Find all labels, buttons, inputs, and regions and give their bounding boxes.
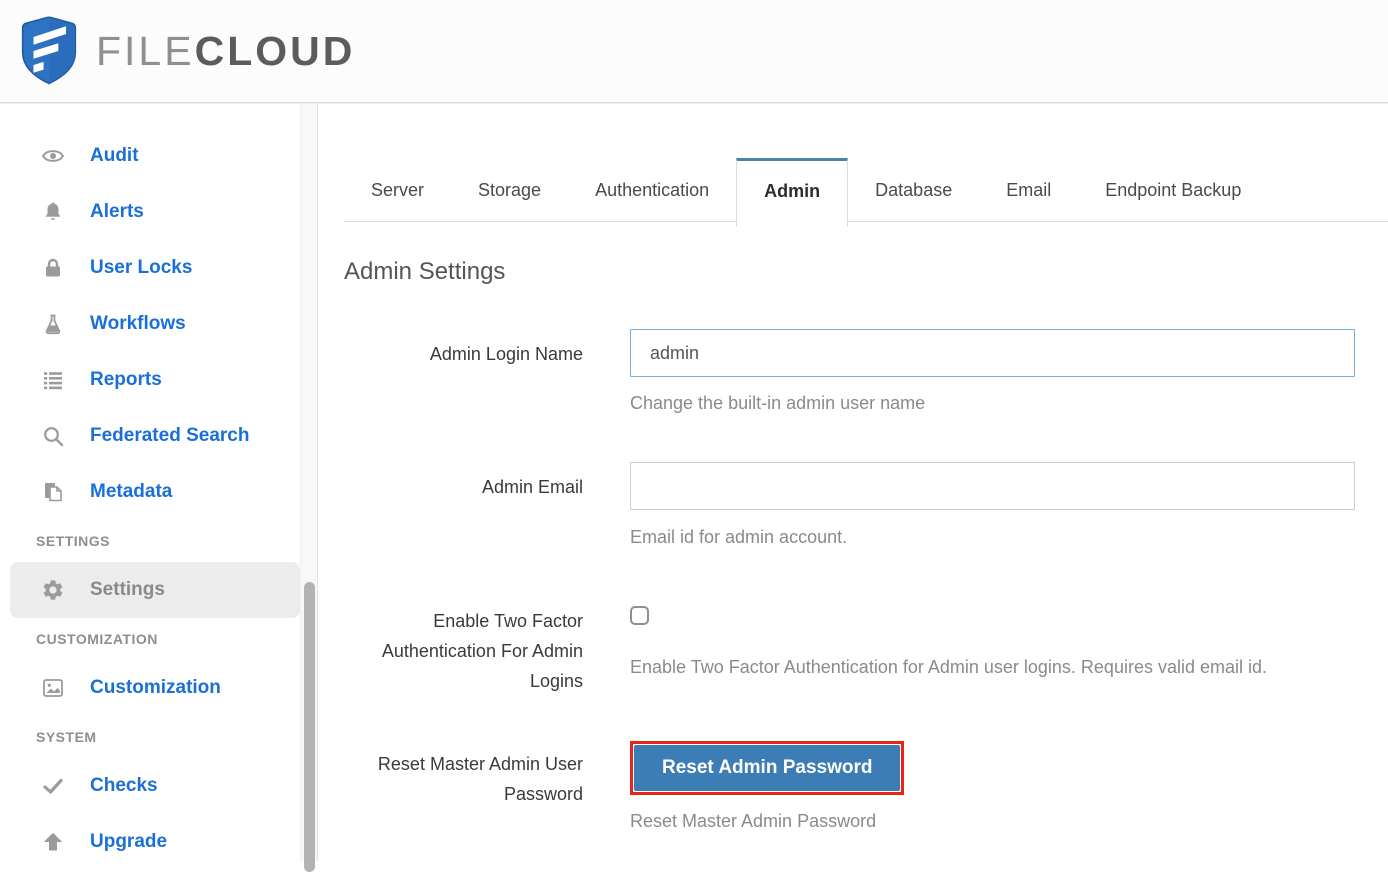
sidebar-item-label: User Locks <box>90 257 193 278</box>
tab-authentication[interactable]: Authentication <box>568 158 736 222</box>
arrow-up-icon <box>40 829 66 855</box>
search-icon <box>40 423 66 449</box>
admin-email-label: Admin Email <box>481 477 583 497</box>
two-factor-label: Enable Two Factor Authentication For Adm… <box>381 611 583 691</box>
sidebar-item-label: Reports <box>90 369 162 390</box>
wordmark-file: FILE <box>96 27 195 74</box>
sidebar-item-label: Settings <box>90 579 165 600</box>
admin-email-input[interactable] <box>630 462 1355 510</box>
sidebar-item-checks[interactable]: Checks <box>10 758 300 814</box>
sidebar-item-metadata[interactable]: Metadata <box>10 464 300 520</box>
sidebar-item-reports[interactable]: Reports <box>10 352 300 408</box>
annotation-highlight-box: Reset Admin Password <box>630 741 905 795</box>
two-factor-checkbox[interactable] <box>630 606 649 625</box>
copy-icon <box>40 479 66 505</box>
form-row-reset-password: Reset Master Admin User Password Reset A… <box>344 741 1388 835</box>
sidebar-scrollbar-thumb[interactable] <box>304 582 315 872</box>
sidebar-item-federated-search[interactable]: Federated Search <box>10 408 300 464</box>
sidebar-item-alerts[interactable]: Alerts <box>10 184 300 240</box>
sidebar-item-upgrade[interactable]: Upgrade <box>10 814 300 870</box>
main-content: Server Storage Authentication Admin Data… <box>318 103 1388 861</box>
app-header: FILECLOUD <box>0 0 1388 103</box>
tab-server[interactable]: Server <box>344 158 451 222</box>
gear-icon <box>40 577 66 603</box>
wordmark-cloud: CLOUD <box>194 27 356 74</box>
sidebar-item-workflows[interactable]: Workflows <box>10 296 300 352</box>
sidebar-item-label: Upgrade <box>90 831 168 852</box>
sidebar-item-label: Customization <box>90 677 221 698</box>
form-row-two-factor: Enable Two Factor Authentication For Adm… <box>344 606 1388 696</box>
sidebar-item-label: Alerts <box>90 201 144 222</box>
form-row-admin-email: Admin Email Email id for admin account. <box>344 462 1388 551</box>
sidebar-item-customization[interactable]: Customization <box>10 660 300 716</box>
list-icon <box>40 367 66 393</box>
admin-login-name-help: Change the built-in admin user name <box>630 393 926 413</box>
tab-email[interactable]: Email <box>979 158 1078 222</box>
admin-email-help: Email id for admin account. <box>630 527 848 547</box>
sidebar-item-user-locks[interactable]: User Locks <box>10 240 300 296</box>
sidebar-item-settings[interactable]: Settings <box>10 562 300 618</box>
two-factor-help: Enable Two Factor Authentication for Adm… <box>630 657 1268 677</box>
sidebar-item-label: Checks <box>90 775 158 796</box>
sidebar-item-label: Audit <box>90 145 139 166</box>
sidebar-scrollbar-track[interactable] <box>300 103 318 872</box>
check-icon <box>40 773 66 799</box>
filecloud-shield-icon <box>21 16 77 85</box>
eye-icon <box>40 143 66 169</box>
sidebar-item-label: Metadata <box>90 481 173 502</box>
admin-login-name-label: Admin Login Name <box>429 344 583 364</box>
sidebar-section-customization: CUSTOMIZATION <box>36 631 158 647</box>
tab-storage[interactable]: Storage <box>451 158 568 222</box>
bell-icon <box>40 199 66 225</box>
tab-admin[interactable]: Admin <box>736 157 849 227</box>
filecloud-wordmark: FILECLOUD <box>96 27 356 74</box>
sidebar-section-system: SYSTEM <box>36 729 97 745</box>
sidebar-nav: Audit Alerts User Locks Workflows Report <box>0 103 300 870</box>
form-row-admin-login-name: Admin Login Name Change the built-in adm… <box>344 329 1388 417</box>
settings-tab-bar: Server Storage Authentication Admin Data… <box>344 157 1388 227</box>
sidebar-item-label: Federated Search <box>90 425 250 446</box>
reset-password-help: Reset Master Admin Password <box>630 811 877 831</box>
page-title: Admin Settings <box>344 258 506 285</box>
tab-endpoint-backup[interactable]: Endpoint Backup <box>1078 158 1268 222</box>
reset-password-label: Reset Master Admin User Password <box>377 754 583 804</box>
sidebar: Audit Alerts User Locks Workflows Report <box>0 103 318 872</box>
image-icon <box>40 675 66 701</box>
reset-admin-password-button[interactable]: Reset Admin Password <box>634 745 901 791</box>
tab-database[interactable]: Database <box>848 158 979 222</box>
filecloud-logo: FILECLOUD <box>18 13 355 89</box>
sidebar-item-label: Workflows <box>90 313 186 334</box>
flask-icon <box>40 311 66 337</box>
sidebar-item-audit[interactable]: Audit <box>10 128 300 184</box>
lock-icon <box>40 255 66 281</box>
sidebar-section-settings: SETTINGS <box>36 533 111 549</box>
admin-login-name-input[interactable] <box>630 329 1355 377</box>
